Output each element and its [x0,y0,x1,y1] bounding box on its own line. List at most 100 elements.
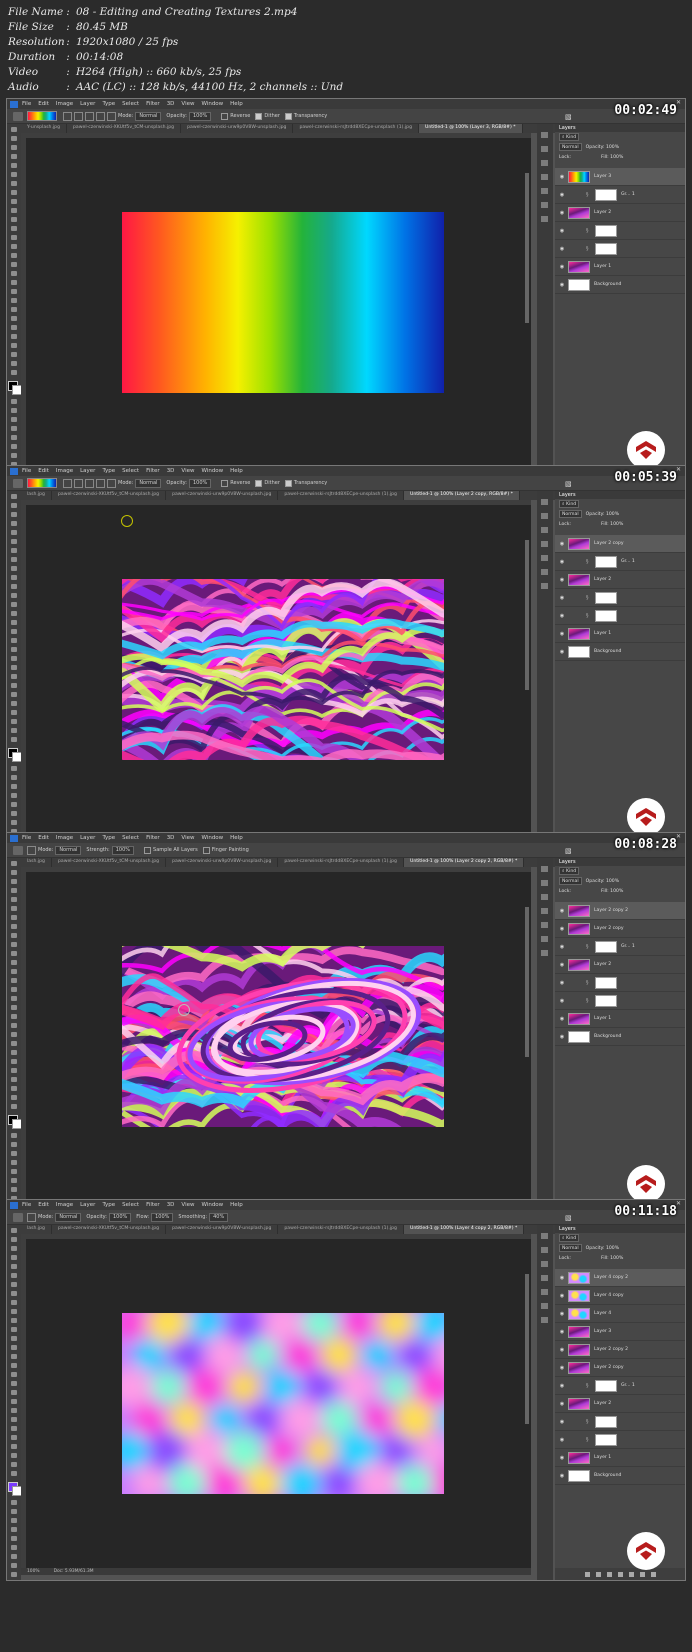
paths-icon[interactable] [541,1303,548,1309]
gradient-type-icon[interactable] [74,111,83,121]
tool-button[interactable] [11,656,17,661]
menu-item[interactable]: Layer [80,101,95,107]
tool-button[interactable] [11,683,17,688]
tool-button[interactable] [11,307,17,312]
layer-filter-kind[interactable]: ⌕ Kind [559,500,580,508]
layer-row[interactable]: ◉ § [555,1431,685,1449]
tool-button[interactable] [11,924,17,929]
adjustments-icon[interactable] [541,894,548,900]
menu-item[interactable]: Type [102,1202,115,1208]
gradient-type-icon[interactable] [85,111,94,121]
menu-item[interactable]: 3D [167,101,175,107]
transparency-checkbox[interactable] [284,479,292,487]
gradient-type-icon[interactable] [85,478,94,488]
tool-button[interactable] [11,1536,17,1541]
eye-icon[interactable]: ◉ [559,998,565,1004]
menu-item[interactable]: Help [230,101,243,107]
tool-button[interactable] [11,1563,17,1568]
eye-icon[interactable]: ◉ [559,1365,565,1371]
layer-opacity[interactable]: Opacity: 100% [586,145,619,150]
menu-item[interactable]: Edit [38,835,49,841]
layer-row[interactable]: ◉ Layer 2 [555,571,685,589]
layer-row[interactable]: ◉ Layer 1 [555,1449,685,1467]
tool-button[interactable] [11,548,17,553]
tool-button[interactable] [11,933,17,938]
tool-button[interactable] [11,942,17,947]
gradient-type-icon[interactable] [107,111,116,121]
tool-button[interactable] [11,1086,17,1091]
finger-painting-checkbox[interactable] [202,846,210,854]
menu-item[interactable]: Filter [146,835,160,841]
tool-button[interactable] [11,172,17,177]
tool-button[interactable] [11,1282,17,1287]
tool-button[interactable] [11,1509,17,1514]
vertical-scrollbar[interactable] [525,1274,529,1424]
history-icon[interactable] [541,499,548,505]
swatches-icon[interactable] [541,908,548,914]
eye-icon[interactable]: ◉ [559,1034,565,1040]
tool-button[interactable] [11,1264,17,1269]
menu-item[interactable]: View [181,468,194,474]
layer-row[interactable]: ◉ Layer 4 [555,1305,685,1323]
tool-button[interactable] [11,906,17,911]
tool-button[interactable] [11,1014,17,1019]
tool-button[interactable] [11,334,17,339]
color-swatches[interactable] [8,748,22,762]
smoothing-field[interactable]: 40% [209,1212,229,1222]
document-tab[interactable]: Untitled-1 @ 100% (Layer 4 copy 2, RGB/8… [403,1225,525,1234]
layer-row[interactable]: ◉ Layer 1 [555,1010,685,1028]
layer-row[interactable]: ◉ § [555,992,685,1010]
new-layer-icon[interactable] [639,1571,645,1577]
tool-button[interactable] [11,960,17,965]
layer-fill[interactable]: Fill: 100% [601,889,623,894]
brushes-icon[interactable] [541,922,548,928]
document-tab[interactable]: pawel-czerwinski-rsJtrdd8XECpe-unsplash … [278,1225,404,1234]
layer-row[interactable]: ◉ Background [555,1028,685,1046]
menu-item[interactable]: Image [56,1202,73,1208]
tool-button[interactable] [11,1318,17,1323]
tool-button[interactable] [11,611,17,616]
tool-button[interactable] [11,1050,17,1055]
menu-item[interactable]: View [181,101,194,107]
tool-button[interactable] [11,1041,17,1046]
eye-icon[interactable]: ◉ [559,1437,565,1443]
tool-button[interactable] [11,1453,17,1458]
eye-icon[interactable]: ◉ [559,944,565,950]
trash-icon[interactable] [650,1571,656,1577]
layer-row[interactable]: ◉ § Gr... 1 [555,186,685,204]
eye-icon[interactable]: ◉ [559,1419,565,1425]
tool-button[interactable] [11,1554,17,1559]
menu-item[interactable]: File [22,101,31,107]
document-tab[interactable]: pawel-czerwinski-XKUtf5v_tCM-unsplash.jp… [67,124,182,133]
paths-icon[interactable] [541,569,548,575]
document-tab[interactable]: pawel-czerwinski-urw9p0V8W-unsplash.jpg [166,491,279,500]
layer-row[interactable]: ◉ § [555,974,685,992]
tool-button[interactable] [11,271,17,276]
tool-button[interactable] [11,575,17,580]
adjustments-icon[interactable] [541,1261,548,1267]
blend-mode-select[interactable]: Normal [559,1244,582,1252]
tool-button[interactable] [11,435,17,440]
tool-button[interactable] [11,1527,17,1532]
new-group-icon[interactable] [628,1571,634,1577]
gradient-swatch[interactable] [27,111,57,121]
eye-icon[interactable]: ◉ [559,1016,565,1022]
document-tab[interactable]: pawel-czerwinski-rsJtrdd8XECpe-unsplash … [293,124,419,133]
layer-row[interactable]: ◉ Layer 2 [555,204,685,222]
tool-button[interactable] [11,888,17,893]
menu-item[interactable]: Edit [38,468,49,474]
tool-button[interactable] [11,1390,17,1395]
tool-button[interactable] [11,1417,17,1422]
tool-button[interactable] [11,701,17,706]
mode-select[interactable]: Normal [135,111,162,121]
menu-item[interactable]: Image [56,101,73,107]
menu-item[interactable]: 3D [167,1202,175,1208]
properties-icon[interactable] [541,513,548,519]
tool-button[interactable] [11,1151,17,1156]
gradient-swatch[interactable] [27,478,57,488]
brush-size-icon[interactable] [27,1212,36,1222]
layer-row[interactable]: ◉ Layer 3 [555,1323,685,1341]
menu-item[interactable]: Type [102,101,115,107]
tool-button[interactable] [11,1246,17,1251]
tool-button[interactable] [11,127,17,132]
